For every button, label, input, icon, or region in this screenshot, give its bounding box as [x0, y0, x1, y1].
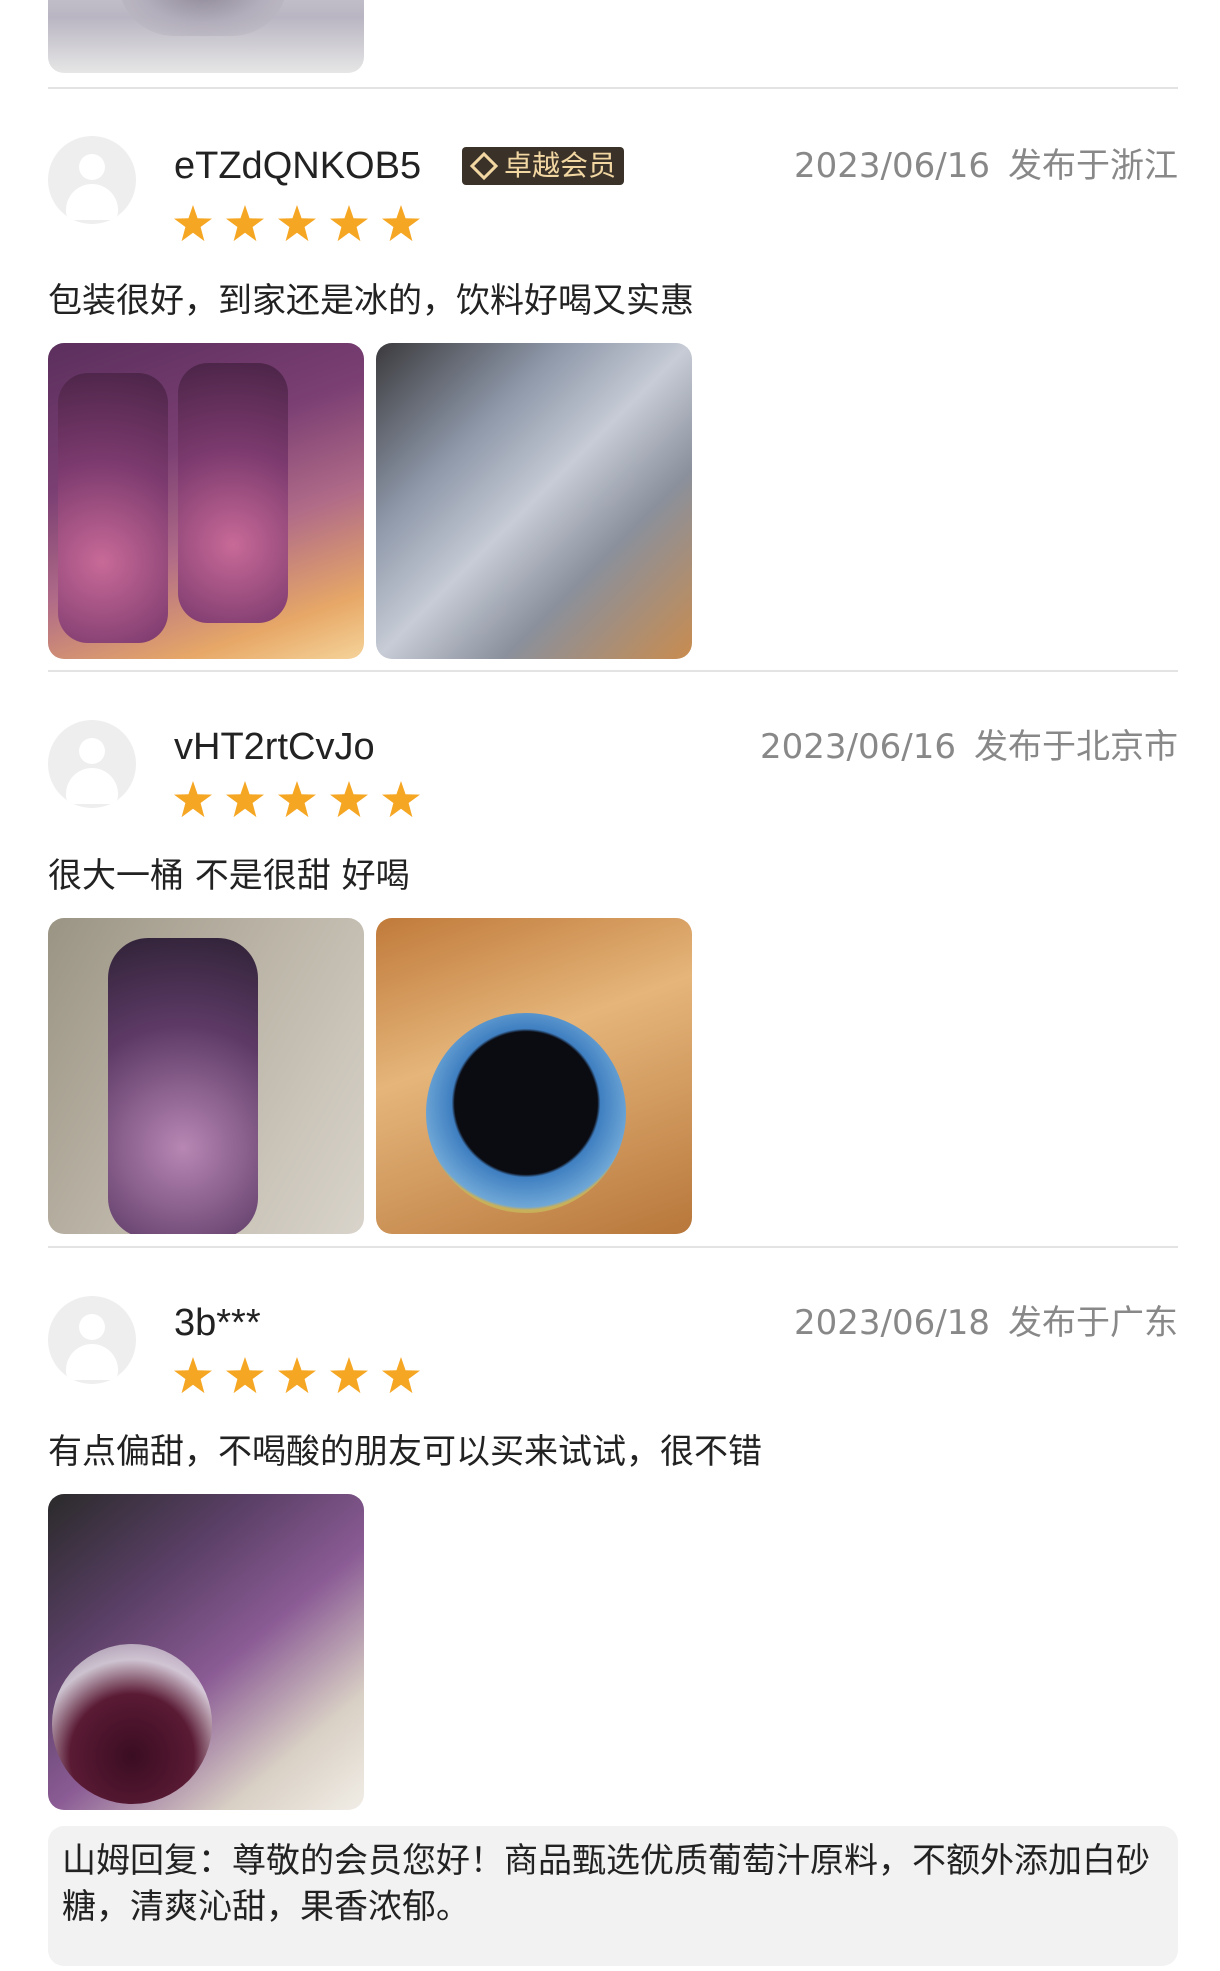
- review-photo[interactable]: [376, 343, 692, 659]
- star-rating: [174, 781, 420, 819]
- star-icon: [330, 1357, 368, 1394]
- star-rating: [174, 205, 420, 243]
- review-comment: 有点偏甜，不喝酸的朋友可以买来试试，很不错: [48, 1432, 762, 1472]
- merchant-reply: 山姆回复：尊敬的会员您好！商品甄选优质葡萄汁原料，不额外添加白砂糖，清爽沁甜，果…: [48, 1826, 1178, 1966]
- review-divider: [48, 1246, 1178, 1248]
- review-location: 发布于广东: [1008, 1303, 1178, 1343]
- review-location: 发布于浙江: [1008, 146, 1178, 186]
- avatar-body-shape: [66, 1344, 118, 1380]
- review-date: 2023/06/16: [760, 727, 956, 767]
- avatar[interactable]: [48, 136, 136, 224]
- diamond-icon: [469, 151, 499, 181]
- review-comment: 包装很好，到家还是冰的，饮料好喝又实惠: [48, 281, 694, 321]
- star-icon: [174, 781, 212, 818]
- username: 3b***: [174, 1302, 261, 1344]
- username: vHT2rtCvJo: [174, 726, 375, 768]
- review-divider: [48, 670, 1178, 672]
- star-icon: [278, 205, 316, 242]
- review-divider: [48, 87, 1178, 89]
- review-comment: 很大一桶 不是很甜 好喝: [48, 856, 410, 896]
- review-photo[interactable]: [48, 343, 364, 659]
- star-icon: [330, 781, 368, 818]
- review-photos: [48, 1494, 364, 1810]
- star-icon: [226, 205, 264, 242]
- star-icon: [174, 1357, 212, 1394]
- previous-review-photo[interactable]: [48, 0, 364, 73]
- review-photos: [48, 918, 692, 1234]
- review-photo[interactable]: [376, 918, 692, 1234]
- avatar[interactable]: [48, 720, 136, 808]
- review-meta: 2023/06/16 发布于浙江: [794, 143, 1178, 189]
- member-badge: 卓越会员: [462, 147, 625, 185]
- review-meta: 2023/06/18 发布于广东: [794, 1300, 1178, 1346]
- star-icon: [382, 781, 420, 818]
- star-icon: [278, 1357, 316, 1394]
- review-meta: 2023/06/16 发布于北京市: [760, 724, 1178, 770]
- review-location: 发布于北京市: [974, 727, 1178, 767]
- star-icon: [278, 781, 316, 818]
- star-rating: [174, 1357, 420, 1395]
- avatar-head-shape: [79, 738, 105, 764]
- review-date: 2023/06/18: [794, 1303, 990, 1343]
- star-icon: [382, 1357, 420, 1394]
- review-photos: [48, 343, 692, 659]
- review-photo[interactable]: [48, 1494, 364, 1810]
- review-date: 2023/06/16: [794, 146, 990, 186]
- star-icon: [174, 205, 212, 242]
- avatar-head-shape: [79, 154, 105, 180]
- star-icon: [330, 205, 368, 242]
- avatar-body-shape: [66, 768, 118, 804]
- star-icon: [226, 1357, 264, 1394]
- star-icon: [382, 205, 420, 242]
- member-badge-label: 卓越会员: [504, 149, 617, 182]
- avatar-head-shape: [79, 1314, 105, 1340]
- avatar-body-shape: [66, 184, 118, 220]
- star-icon: [226, 781, 264, 818]
- avatar[interactable]: [48, 1296, 136, 1384]
- username: eTZdQNKOB5: [174, 145, 422, 187]
- review-photo[interactable]: [48, 918, 364, 1234]
